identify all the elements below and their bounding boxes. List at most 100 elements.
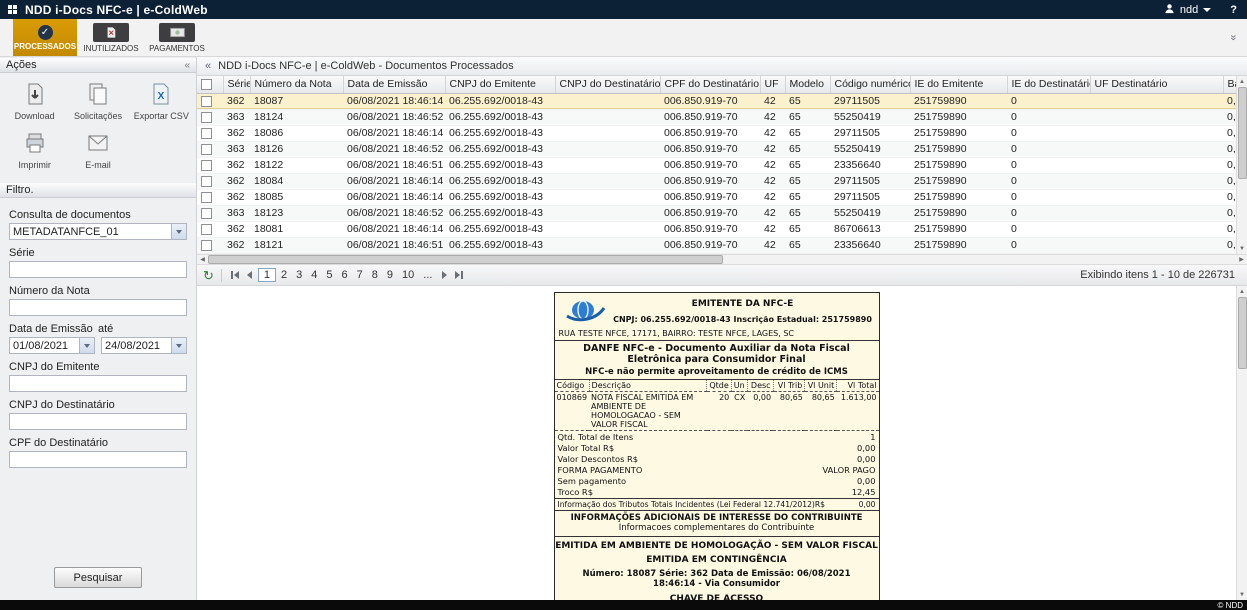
- tab-processados[interactable]: ✓ PROCESSADOS: [13, 19, 77, 56]
- cpf-destinatario-input[interactable]: [9, 451, 187, 468]
- grid-horizontal-scrollbar[interactable]: ◀ ▶: [197, 254, 1247, 265]
- table-row[interactable]: 3621808406/08/2021 18:46:1406.255.692/00…: [197, 173, 1236, 189]
- column-header-11[interactable]: IE do Destinatário: [1007, 76, 1090, 93]
- pager-page-1[interactable]: 1: [258, 268, 276, 282]
- cell: [555, 125, 660, 141]
- tab-inutilizados[interactable]: INUTILIZADOS: [79, 19, 143, 56]
- table-row[interactable]: 3631812306/08/2021 18:46:5206.255.692/00…: [197, 205, 1236, 221]
- row-checkbox[interactable]: [201, 224, 212, 235]
- scroll-down-icon[interactable]: ▼: [1237, 243, 1247, 254]
- pesquisar-button[interactable]: Pesquisar: [54, 567, 142, 588]
- consulta-dropdown-trigger-icon[interactable]: [171, 223, 187, 240]
- pager-page-8[interactable]: 8: [368, 269, 382, 281]
- export-csv-button[interactable]: X Exportar CSV: [131, 82, 192, 121]
- filtro-panel-header[interactable]: Filtro.: [0, 182, 196, 198]
- column-header-6[interactable]: CPF do Destinatário: [660, 76, 760, 93]
- table-row[interactable]: 3621808706/08/2021 18:46:1406.255.692/00…: [197, 93, 1236, 109]
- voided-document-icon: [93, 23, 129, 42]
- column-header-9[interactable]: Código numérico: [830, 76, 910, 93]
- table-row[interactable]: 3631812606/08/2021 18:46:5206.255.692/00…: [197, 141, 1236, 157]
- imprimir-button[interactable]: Imprimir: [4, 131, 65, 170]
- select-all-header[interactable]: [197, 76, 223, 93]
- column-header-1[interactable]: Série: [223, 76, 250, 93]
- table-row[interactable]: 3621812206/08/2021 18:46:5106.255.692/00…: [197, 157, 1236, 173]
- last-page-button[interactable]: [453, 271, 465, 279]
- cnpj-emitente-input[interactable]: [9, 375, 187, 392]
- scroll-right-icon[interactable]: ▶: [1236, 256, 1247, 263]
- cell: 65: [785, 109, 830, 125]
- pager-page-6[interactable]: 6: [338, 269, 352, 281]
- scroll-left-icon[interactable]: ◀: [197, 256, 208, 263]
- row-checkbox[interactable]: [201, 144, 212, 155]
- column-header-10[interactable]: IE do Emitente: [910, 76, 1007, 93]
- cell: 0,0: [1223, 237, 1236, 253]
- documents-grid-area: SérieNúmero da NotaData de EmissãoCNPJ d…: [197, 76, 1247, 254]
- first-page-button[interactable]: [229, 271, 241, 279]
- column-header-7[interactable]: UF: [760, 76, 785, 93]
- column-header-13[interactable]: Ba: [1223, 76, 1236, 93]
- column-header-2[interactable]: Número da Nota: [250, 76, 343, 93]
- scroll-up-icon[interactable]: ▲: [1237, 76, 1247, 87]
- table-row[interactable]: 3621808606/08/2021 18:46:1406.255.692/00…: [197, 125, 1236, 141]
- pager-page-7[interactable]: 7: [353, 269, 367, 281]
- row-checkbox[interactable]: [201, 240, 212, 251]
- cell: 18121: [250, 237, 343, 253]
- column-header-4[interactable]: CNPJ do Emitente: [445, 76, 555, 93]
- user-menu[interactable]: ndd: [1180, 4, 1198, 16]
- grid-vscroll-thumb[interactable]: [1238, 87, 1247, 179]
- danfe-item-column: Vl Total: [837, 380, 879, 392]
- select-all-checkbox[interactable]: [201, 79, 212, 90]
- collapse-ribbon-icon[interactable]: «: [1228, 34, 1239, 40]
- consulta-select[interactable]: [9, 223, 171, 240]
- column-header-8[interactable]: Modelo: [785, 76, 830, 93]
- data-ate-input[interactable]: [101, 337, 171, 354]
- data-de-calendar-trigger-icon[interactable]: [79, 337, 95, 354]
- solicitacoes-button[interactable]: Solicitações: [67, 82, 128, 121]
- pager-page-4[interactable]: 4: [307, 269, 321, 281]
- download-button[interactable]: Download: [4, 82, 65, 121]
- table-row[interactable]: 3621808106/08/2021 18:46:1406.255.692/00…: [197, 221, 1236, 237]
- scroll-up-icon[interactable]: ▲: [1237, 286, 1247, 297]
- column-header-12[interactable]: UF Destinatário: [1090, 76, 1223, 93]
- email-button[interactable]: E-mail: [67, 131, 128, 170]
- scroll-down-icon[interactable]: ▼: [1237, 589, 1247, 600]
- collapse-panel-icon[interactable]: «: [184, 60, 190, 71]
- apps-grid-icon[interactable]: [8, 5, 17, 14]
- data-de-input[interactable]: [9, 337, 79, 354]
- cell: 251759890: [910, 93, 1007, 109]
- refresh-icon[interactable]: ↻: [203, 269, 214, 282]
- pager-page-2[interactable]: 2: [277, 269, 291, 281]
- grid-vertical-scrollbar[interactable]: ▲ ▼: [1236, 76, 1247, 254]
- row-checkbox[interactable]: [201, 96, 212, 107]
- pager-page-9[interactable]: 9: [383, 269, 397, 281]
- preview-vscroll-thumb[interactable]: [1238, 297, 1247, 369]
- row-checkbox[interactable]: [201, 128, 212, 139]
- pager-page-3[interactable]: 3: [292, 269, 306, 281]
- row-checkbox[interactable]: [201, 176, 212, 187]
- serie-input[interactable]: [9, 261, 187, 278]
- column-header-3[interactable]: Data de Emissão: [343, 76, 445, 93]
- collapse-sidebar-icon[interactable]: «: [205, 60, 211, 72]
- cell: 362: [223, 237, 250, 253]
- help-button[interactable]: ?: [1230, 4, 1237, 16]
- table-row[interactable]: 3631812406/08/2021 18:46:5206.255.692/00…: [197, 109, 1236, 125]
- row-checkbox[interactable]: [201, 192, 212, 203]
- cnpj-destinatario-input[interactable]: [9, 413, 187, 430]
- row-checkbox[interactable]: [201, 208, 212, 219]
- grid-hscroll-thumb[interactable]: [208, 255, 723, 264]
- numero-input[interactable]: [9, 299, 187, 316]
- cell: 29711505: [830, 189, 910, 205]
- data-ate-calendar-trigger-icon[interactable]: [171, 337, 187, 354]
- row-checkbox[interactable]: [201, 112, 212, 123]
- row-checkbox[interactable]: [201, 160, 212, 171]
- pager-page-5[interactable]: 5: [322, 269, 336, 281]
- preview-vertical-scrollbar[interactable]: ▲ ▼: [1236, 286, 1247, 600]
- table-row[interactable]: 3621812106/08/2021 18:46:5106.255.692/00…: [197, 237, 1236, 253]
- acoes-panel-header[interactable]: Ações «: [0, 57, 196, 73]
- column-header-5[interactable]: CNPJ do Destinatário: [555, 76, 660, 93]
- next-page-button[interactable]: [440, 271, 449, 279]
- previous-page-button[interactable]: [245, 271, 254, 279]
- tab-pagamentos[interactable]: PAGAMENTOS: [145, 19, 209, 56]
- pager-page-10[interactable]: 10: [398, 269, 418, 281]
- table-row[interactable]: 3621808506/08/2021 18:46:1406.255.692/00…: [197, 189, 1236, 205]
